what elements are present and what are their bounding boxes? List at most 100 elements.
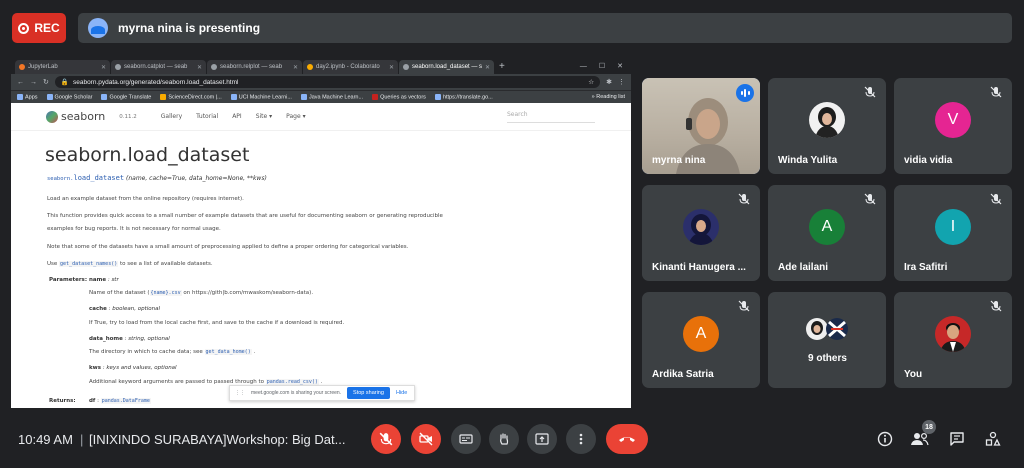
bookmark-item[interactable]: ScienceDirect.com |...	[160, 93, 222, 100]
close-tab-icon[interactable]: ✕	[485, 64, 490, 71]
bookmark-item[interactable]: Java Machine Learn...	[300, 93, 363, 100]
bookmark-icon	[160, 93, 167, 100]
participant-avatar: A	[683, 316, 719, 352]
bookmark-item[interactable]: Google Scholar	[46, 93, 92, 100]
back-icon[interactable]: ←	[17, 79, 24, 86]
camera-toggle-button[interactable]	[411, 424, 441, 454]
mic-off-icon	[990, 193, 1002, 205]
more-vert-icon	[579, 433, 583, 445]
participant-tile-others[interactable]: 9 others	[768, 292, 886, 388]
bookmarks-bar: Apps Google Scholar Google Translate Sci…	[11, 90, 631, 103]
participant-tile-ira-safitri[interactable]: I Ira Safitri	[894, 185, 1012, 281]
participant-name: You	[904, 369, 923, 380]
page-title: seaborn.load_dataset	[45, 144, 250, 166]
param-name-desc: Name of the dataset ({name}.csv on https…	[89, 290, 314, 296]
reading-list[interactable]: » Reading list	[592, 94, 625, 100]
close-tab-icon[interactable]: ✕	[293, 64, 298, 71]
bookmark-icon	[101, 93, 108, 100]
doc-search-input[interactable]: Search	[507, 111, 595, 123]
param-name: name : str	[89, 277, 119, 283]
participant-name: Ardika Satria	[652, 369, 714, 380]
nav-tutorial[interactable]: Tutorial	[196, 113, 218, 120]
get-dataset-names-link[interactable]: get_dataset_names()	[59, 261, 119, 267]
activities-button[interactable]	[984, 430, 1002, 448]
camera-off-icon	[419, 432, 433, 446]
url-bar[interactable]: 🔒 seaborn.pydata.org/generated/seaborn.l…	[54, 76, 601, 88]
mic-off-icon	[738, 193, 750, 205]
participant-tile-ade-lailani[interactable]: A Ade lailani	[768, 185, 886, 281]
hide-button[interactable]: Hide	[396, 390, 407, 396]
intro-text: Load an example dataset from the online …	[47, 196, 244, 202]
presenting-text: myrna nina is presenting	[118, 21, 261, 35]
version-label: 0.11.2	[119, 113, 137, 120]
browser-tab[interactable]: seaborn.relplot — seab ✕	[207, 60, 302, 74]
participant-tile-kinanti[interactable]: Kinanti Hanugera ...	[642, 185, 760, 281]
reload-icon[interactable]: ↻	[43, 78, 49, 86]
extensions-icon[interactable]: ✱	[606, 78, 612, 86]
browser-tab[interactable]: JupyterLab ✕	[15, 60, 110, 74]
participant-name: myrna nina	[652, 155, 706, 166]
mic-toggle-button[interactable]	[371, 424, 401, 454]
window-controls: — ☐ ✕	[580, 60, 631, 74]
leave-call-button[interactable]	[606, 424, 648, 454]
more-options-button[interactable]	[566, 424, 596, 454]
bookmark-item[interactable]: UCI Machine Learni...	[230, 93, 292, 100]
participant-photo	[683, 209, 719, 245]
captions-button[interactable]	[451, 424, 481, 454]
nav-gallery[interactable]: Gallery	[161, 113, 182, 120]
para1-line1: This function provides quick access to a…	[47, 213, 443, 219]
meeting-clock: 10:49 AM	[18, 432, 73, 447]
param-cache-desc: If True, try to load from the local cach…	[89, 320, 345, 326]
recording-button[interactable]: REC	[12, 13, 66, 43]
close-tab-icon[interactable]: ✕	[197, 64, 202, 71]
bookmark-item[interactable]: Google Translate	[101, 93, 151, 100]
nav-site[interactable]: Site ▾	[256, 113, 272, 120]
share-notice-text: meet.google.com is sharing your screen.	[251, 390, 342, 396]
raise-hand-button[interactable]	[489, 424, 519, 454]
seaborn-logo[interactable]: seaborn	[46, 110, 105, 123]
bookmark-item[interactable]: Apps	[17, 93, 38, 100]
nav-api[interactable]: API	[232, 113, 242, 120]
close-tab-icon[interactable]: ✕	[101, 64, 106, 71]
participant-tile-you[interactable]: You	[894, 292, 1012, 388]
para2-text: Note that some of the datasets have a sm…	[47, 244, 409, 250]
bookmark-item[interactable]: Queries as vectors	[372, 93, 426, 100]
close-window-icon[interactable]: ✕	[617, 60, 623, 74]
bookmark-item[interactable]: https://translate.go...	[434, 93, 493, 100]
recording-label: REC	[34, 21, 60, 35]
browser-tab[interactable]: seaborn.catplot — seab ✕	[111, 60, 206, 74]
bookmark-icon	[434, 93, 441, 100]
nav-page[interactable]: Page ▾	[286, 113, 305, 120]
star-icon[interactable]: ☆	[588, 78, 594, 86]
mic-off-icon	[990, 86, 1002, 98]
browser-tab-active[interactable]: seaborn.load_dataset — s ✕	[399, 60, 494, 74]
present-screen-button[interactable]	[527, 424, 557, 454]
function-signature: seaborn.load_dataset (name, cache=True, …	[47, 174, 267, 182]
mic-off-icon	[864, 86, 876, 98]
minimize-icon[interactable]: —	[580, 60, 587, 74]
returns-value: df : pandas.DataFrame	[89, 398, 151, 404]
others-avatars	[806, 318, 848, 340]
browser-menu-icon[interactable]: ⋮	[618, 78, 625, 86]
participant-tile-vidia-vidia[interactable]: V vidia vidia	[894, 78, 1012, 174]
browser-tab[interactable]: day2.ipynb - Colaborato ✕	[303, 60, 398, 74]
param-kws: kws : keys and values, optional	[89, 365, 177, 371]
bookmark-icon	[300, 93, 307, 100]
participant-tile-winda-yulita[interactable]: Winda Yulita	[768, 78, 886, 174]
maximize-icon[interactable]: ☐	[599, 60, 605, 74]
chat-button[interactable]	[948, 430, 966, 448]
participant-tile-ardika-satria[interactable]: A Ardika Satria	[642, 292, 760, 388]
participant-name: Winda Yulita	[778, 155, 838, 166]
participant-tile-myrna-nina[interactable]: myrna nina	[642, 78, 760, 174]
mic-off-icon	[864, 193, 876, 205]
mic-off-icon	[738, 300, 750, 312]
meeting-title: [INIXINDO SURABAYA]Workshop: Big Dat...	[89, 432, 346, 447]
close-tab-icon[interactable]: ✕	[389, 64, 394, 71]
participant-avatar: A	[809, 209, 845, 245]
hang-up-icon	[619, 437, 635, 442]
meeting-details-button[interactable]	[876, 430, 894, 448]
address-row: ← → ↻ 🔒 seaborn.pydata.org/generated/sea…	[11, 74, 631, 90]
stop-sharing-button[interactable]: Stop sharing	[347, 387, 390, 399]
forward-icon[interactable]: →	[30, 79, 37, 86]
new-tab-icon[interactable]: +	[499, 60, 505, 74]
